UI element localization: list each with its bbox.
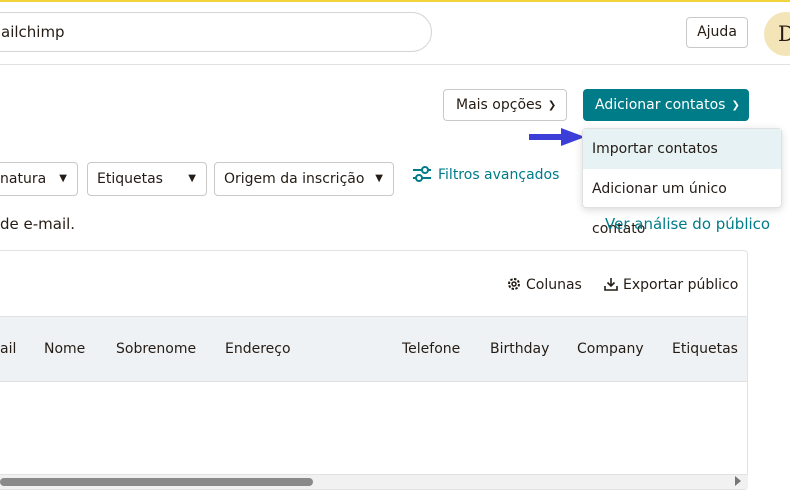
dropdown-item-add-single-contact[interactable]: Adicionar um único contato <box>583 169 781 237</box>
download-icon <box>604 278 618 291</box>
chevron-down-icon: ▼ <box>188 173 196 184</box>
sliders-icon <box>413 166 431 182</box>
column-header-company[interactable]: Company <box>577 317 644 381</box>
add-contacts-button[interactable]: Adicionar contatos ❯ <box>583 89 749 121</box>
audience-description: de e-mail. <box>0 215 76 233</box>
columns-label: Colunas <box>526 277 582 293</box>
more-options-label: Mais opções <box>456 97 542 113</box>
chevron-down-icon: ❯ <box>731 100 740 111</box>
gear-icon <box>508 278 520 290</box>
add-contacts-dropdown: Importar contatos Adicionar um único con… <box>582 128 782 237</box>
filter-subscription-status[interactable]: natura ▼ <box>0 162 78 196</box>
filter-label: Etiquetas <box>97 171 163 187</box>
filter-signup-source[interactable]: Origem da inscrição ▼ <box>214 162 394 196</box>
column-header-tags[interactable]: Etiquetas <box>672 317 738 381</box>
columns-button[interactable]: Colunas <box>507 276 582 294</box>
more-options-button[interactable]: Mais opções ❯ <box>443 89 567 121</box>
filter-tags[interactable]: Etiquetas ▼ <box>87 162 207 196</box>
advanced-filters-link[interactable]: Filtros avançados <box>412 165 559 185</box>
advanced-filters-label: Filtros avançados <box>438 167 560 183</box>
export-audience-button[interactable]: Exportar público <box>604 276 738 294</box>
chevron-down-icon: ▼ <box>59 173 67 184</box>
column-header-phone[interactable]: Telefone <box>402 317 460 381</box>
pointer-arrow-icon <box>529 128 585 146</box>
avatar[interactable]: D <box>764 12 790 56</box>
dropdown-item-import-contacts[interactable]: Importar contatos <box>583 129 781 169</box>
column-header-first-name[interactable]: Nome <box>44 317 85 381</box>
top-bar: ailchimp Ajuda D <box>0 2 790 65</box>
column-header-last-name[interactable]: Sobrenome <box>116 317 196 381</box>
chevron-down-icon: ❯ <box>547 100 557 111</box>
add-contacts-label: Adicionar contatos <box>595 97 726 113</box>
column-header-address[interactable]: Endereço <box>225 317 291 381</box>
scrollbar-thumb[interactable] <box>0 478 313 486</box>
filter-label: Origem da inscrição <box>224 171 365 187</box>
column-header-birthday[interactable]: Birthday <box>490 317 549 381</box>
scroll-right-arrow-icon[interactable] <box>735 476 741 486</box>
filter-label: natura <box>0 171 47 187</box>
chevron-down-icon: ▼ <box>375 173 383 184</box>
export-label: Exportar público <box>623 277 739 293</box>
table-header-row: ail Nome Sobrenome Endereço Telefone Bir… <box>0 316 747 382</box>
search-input[interactable]: ailchimp <box>0 12 432 52</box>
audience-analysis-link[interactable]: Ver análise do público <box>605 214 770 234</box>
help-button[interactable]: Ajuda <box>686 17 748 48</box>
column-header-email[interactable]: ail <box>0 317 16 381</box>
